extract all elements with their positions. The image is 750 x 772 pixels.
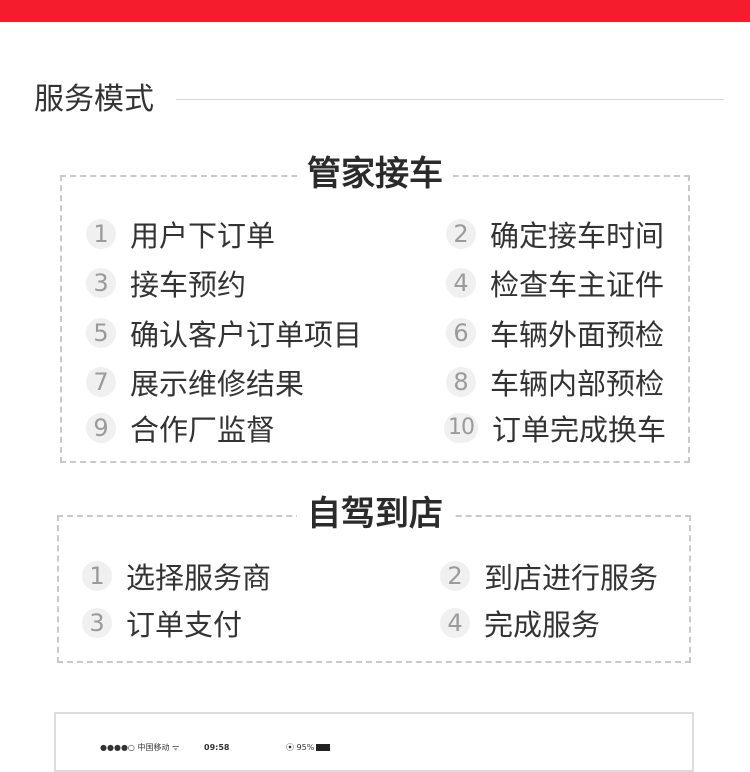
butler-step-3: 3 接车预约	[86, 263, 246, 303]
step-number: 4	[446, 268, 476, 298]
step-label: 选择服务商	[126, 561, 272, 595]
step-number: 3	[82, 608, 112, 638]
section-title: 服务模式	[34, 82, 154, 117]
step-number: 6	[446, 318, 476, 348]
butler-step-1: 1 用户下订单	[86, 214, 275, 254]
status-time: 09:58	[204, 743, 230, 752]
section-heading: 服务模式	[34, 78, 724, 122]
battery-percent: ⦿ 95%	[286, 743, 315, 752]
step-label: 到店进行服务	[484, 561, 659, 595]
butler-step-7: 7 展示维修结果	[86, 362, 304, 402]
step-label: 确认客户订单项目	[130, 318, 363, 352]
butler-step-8: 8 车辆内部预检	[446, 362, 664, 402]
butler-step-9: 9 合作厂监督	[86, 408, 275, 448]
self-drive-step-2: 2 到店进行服务	[440, 556, 658, 596]
butler-step-10: 10 订单完成换车	[444, 408, 666, 448]
step-number: 3	[86, 268, 116, 298]
self-drive-step-1: 1 选择服务商	[82, 556, 271, 596]
butler-step-5: 5 确认客户订单项目	[86, 313, 362, 353]
self-drive-step-4: 4 完成服务	[440, 603, 600, 643]
step-label: 车辆内部预检	[490, 367, 665, 401]
step-number: 5	[86, 318, 116, 348]
step-label: 检查车主证件	[490, 268, 665, 302]
step-label: 展示维修结果	[130, 367, 305, 401]
step-number: 10	[444, 413, 478, 443]
phone-screenshot-card: ●●●●○ 中国移动 ᯤ 09:58 ⦿ 95%	[54, 712, 694, 772]
butler-step-2: 2 确定接车时间	[446, 214, 664, 254]
step-number: 8	[446, 367, 476, 397]
step-number: 1	[86, 219, 116, 249]
step-label: 完成服务	[484, 608, 601, 642]
phone-status-bar: ●●●●○ 中国移动 ᯤ 09:58 ⦿ 95%	[100, 742, 400, 754]
section-divider	[176, 99, 724, 100]
battery-status: ⦿ 95%	[286, 742, 331, 754]
step-number: 9	[86, 413, 116, 443]
step-number: 7	[86, 367, 116, 397]
self-drive-step-3: 3 订单支付	[82, 603, 242, 643]
step-number: 2	[446, 219, 476, 249]
step-label: 确定接车时间	[490, 219, 665, 253]
step-label: 车辆外面预检	[490, 318, 665, 352]
step-number: 1	[82, 561, 112, 591]
butler-step-6: 6 车辆外面预检	[446, 313, 664, 353]
carrier-signal: ●●●●○ 中国移动 ᯤ	[100, 743, 180, 752]
step-label: 订单完成换车	[492, 413, 667, 447]
step-label: 用户下订单	[130, 219, 276, 253]
step-label: 订单支付	[126, 608, 243, 642]
top-accent-bar	[0, 0, 750, 22]
butler-pickup-title: 管家接车	[0, 152, 750, 196]
step-label: 接车预约	[130, 268, 247, 302]
step-number: 4	[440, 608, 470, 638]
step-number: 2	[440, 561, 470, 591]
self-drive-title: 自驾到店	[0, 492, 750, 536]
butler-step-4: 4 检查车主证件	[446, 263, 664, 303]
step-label: 合作厂监督	[130, 413, 276, 447]
